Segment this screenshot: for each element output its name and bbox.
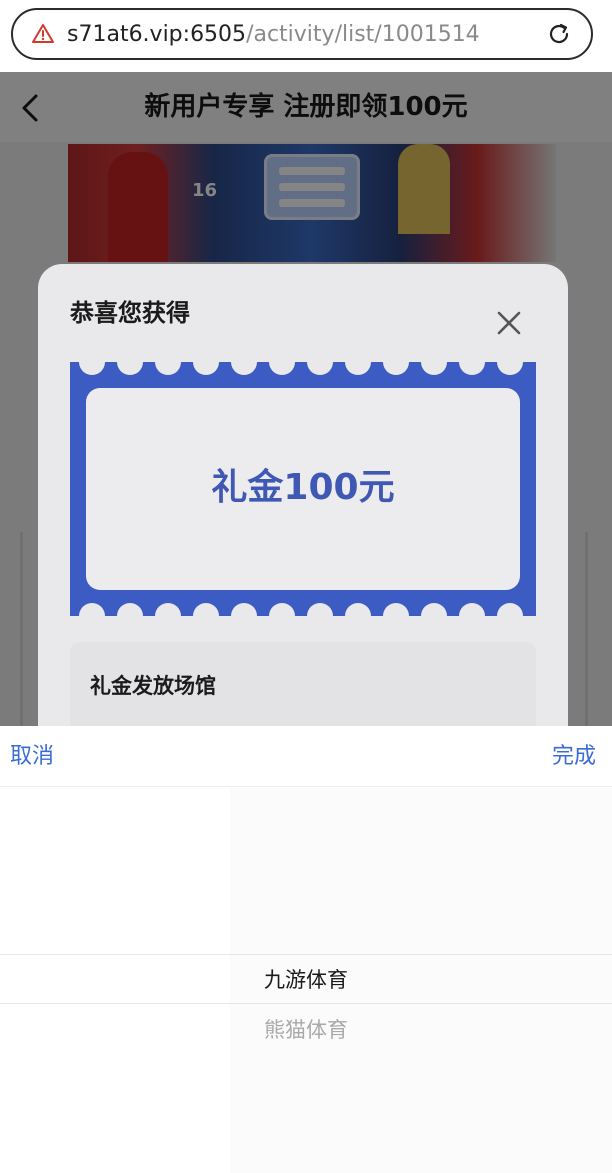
reward-amount: 礼金100元 bbox=[211, 467, 395, 508]
picker-toolbar: 取消 完成 bbox=[0, 726, 612, 787]
modal-title: 恭喜您获得 bbox=[70, 299, 190, 327]
address-bar[interactable]: s71at6.vip:6505/activity/list/1001514 bbox=[11, 8, 593, 60]
picker-wheel[interactable]: 九游体育 熊猫体育 bbox=[0, 788, 612, 1173]
picker-option[interactable]: 熊猫体育 bbox=[0, 1015, 612, 1045]
url-text[interactable]: s71at6.vip:6505/activity/list/1001514 bbox=[67, 21, 480, 49]
picker-selection-bottom bbox=[0, 1003, 612, 1004]
ticket-face: 礼金100元 bbox=[86, 388, 520, 590]
reward-modal: 恭喜您获得 礼金100元 礼金发放场馆 bbox=[38, 264, 568, 752]
picker-done-button[interactable]: 完成 bbox=[552, 742, 596, 772]
close-icon[interactable] bbox=[496, 310, 522, 336]
venue-label: 礼金发放场馆 bbox=[90, 674, 216, 698]
url-host: s71at6.vip:6505 bbox=[67, 22, 247, 47]
reload-icon[interactable] bbox=[545, 20, 573, 48]
picker-cancel-button[interactable]: 取消 bbox=[10, 742, 54, 772]
warning-icon[interactable] bbox=[31, 22, 55, 46]
browser-toolbar: s71at6.vip:6505/activity/list/1001514 bbox=[0, 0, 612, 72]
url-path: /activity/list/1001514 bbox=[246, 22, 480, 47]
reward-ticket: 礼金100元 bbox=[70, 362, 536, 616]
picker-option-selected[interactable]: 九游体育 bbox=[0, 965, 612, 995]
venue-picker-sheet: 取消 完成 九游体育 熊猫体育 bbox=[0, 726, 612, 1173]
picker-selection-top bbox=[0, 954, 612, 955]
